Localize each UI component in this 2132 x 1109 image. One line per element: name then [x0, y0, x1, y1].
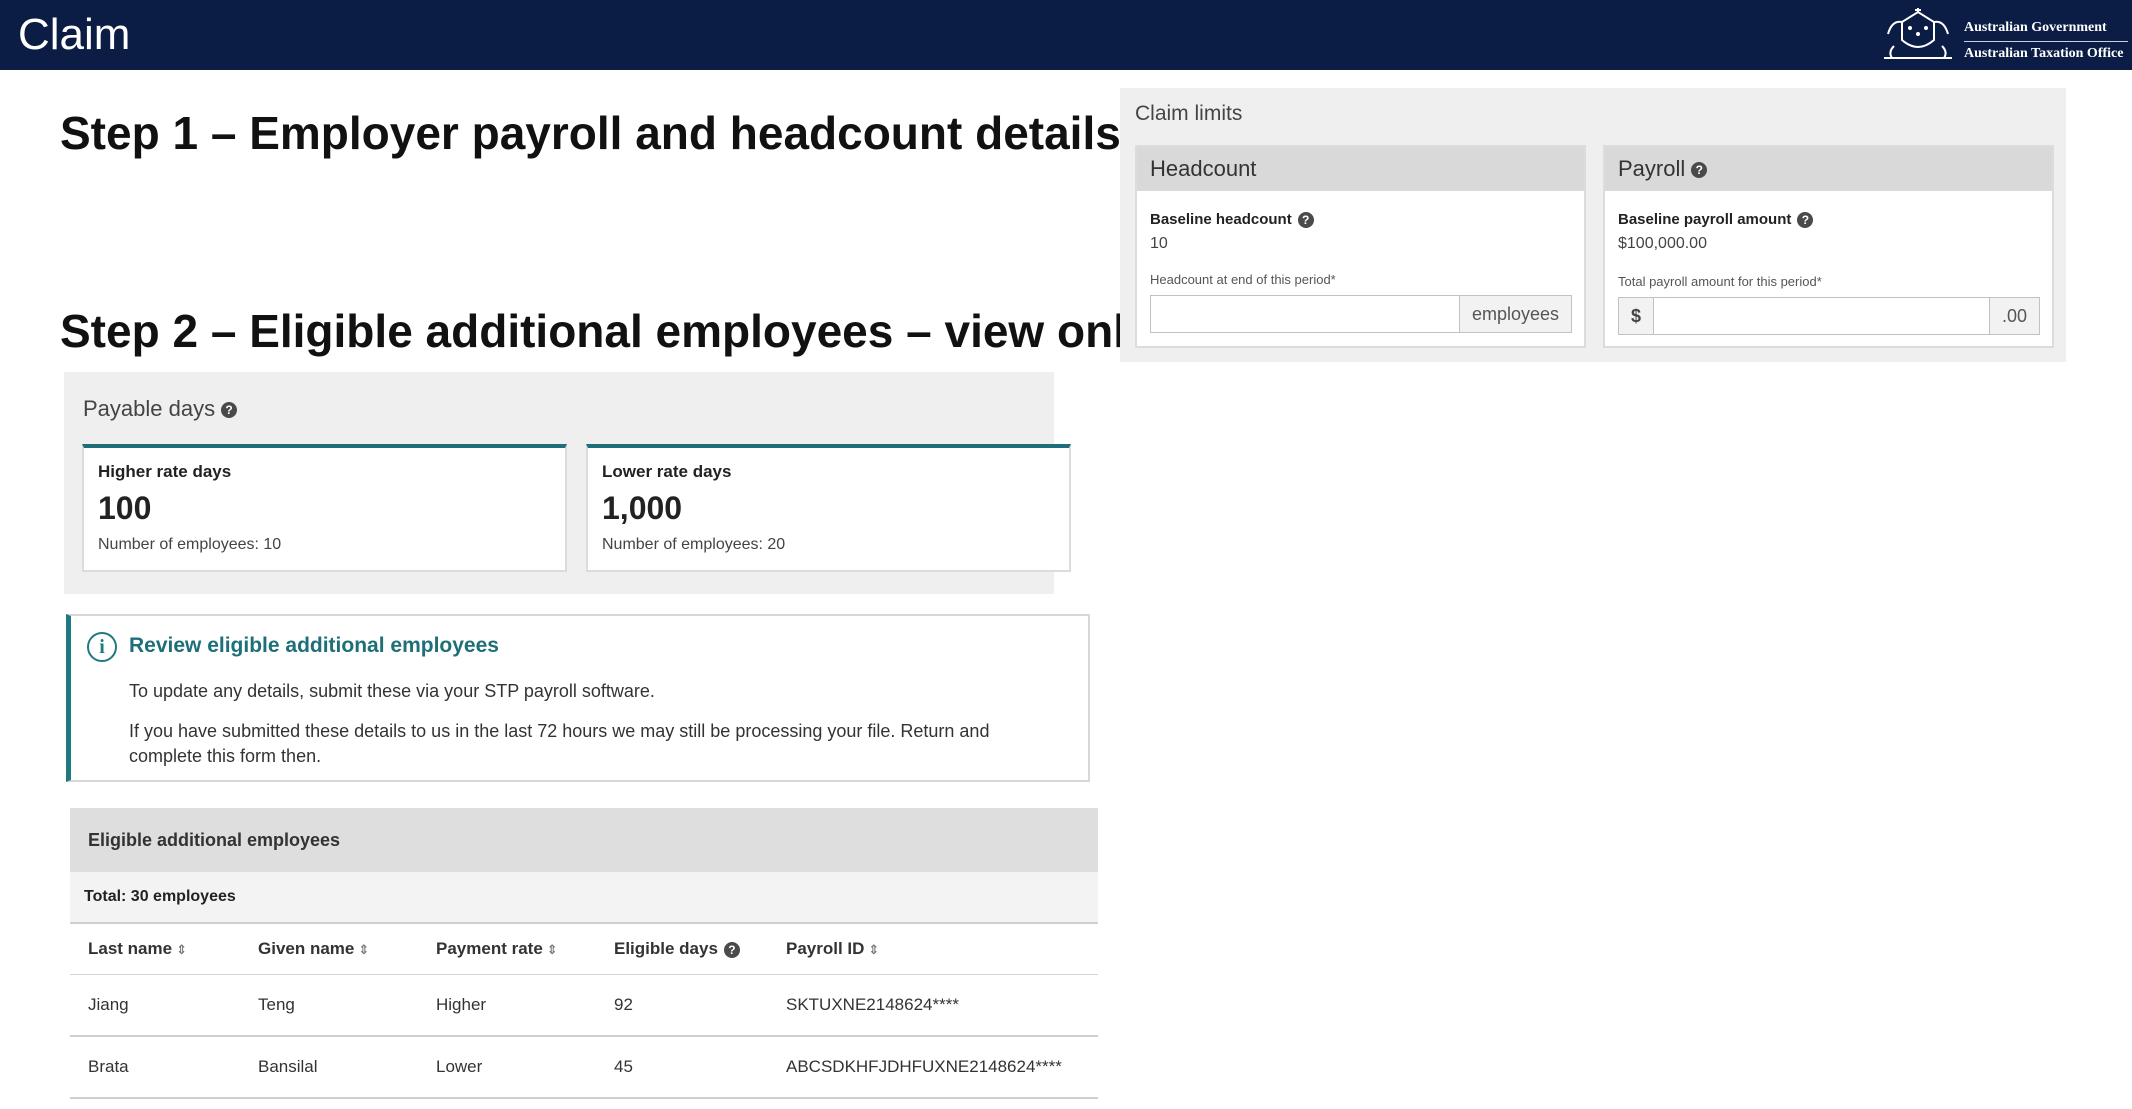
column-label: Last name — [88, 939, 173, 958]
headcount-input-group: employees — [1150, 295, 1572, 333]
payable-days-title: Payable days? — [83, 396, 238, 422]
cell-payment-rate: Higher — [418, 974, 596, 1037]
info-alert-line-1: To update any details, submit these via … — [129, 681, 655, 701]
headcount-card: Headcount Baseline headcount? 10 Headcou… — [1135, 145, 1586, 348]
higher-rate-days-value: 100 — [98, 490, 152, 526]
info-alert-line-2: If you have submitted these details to u… — [129, 721, 990, 766]
baseline-headcount-label: Baseline headcount? — [1150, 211, 1314, 229]
employees-total: Total: 30 employees — [70, 872, 1098, 924]
question-circle-icon[interactable]: ? — [221, 402, 238, 419]
cell-eligible-days: 92 — [596, 974, 768, 1037]
cell-payroll-id: SKTUXNE2148624**** — [768, 974, 1098, 1037]
headcount-input[interactable] — [1151, 296, 1459, 332]
cell-payroll-id: ABCSDKHFJDHFUXNE2148624**** — [768, 1036, 1098, 1099]
eligible-employees-title: Eligible additional employees — [70, 808, 1098, 872]
sort-arrows-icon[interactable]: ⇕ — [358, 942, 369, 957]
higher-rate-days-label: Higher rate days — [98, 462, 232, 481]
info-alert-title: Review eligible additional employees — [129, 634, 499, 657]
cell-last-name: Jiang — [70, 974, 240, 1037]
baseline-headcount-label-text: Baseline headcount — [1150, 211, 1292, 228]
cell-last-name: Brata — [70, 1036, 240, 1099]
step-2-heading: Step 2 – Eligible additional employees –… — [60, 305, 1152, 357]
eligible-employees-section: Eligible additional employees Total: 30 … — [70, 808, 1098, 1099]
headcount-heading-label: Headcount — [1150, 156, 1257, 181]
payroll-input-label: Total payroll amount for this period* — [1618, 274, 1822, 289]
question-circle-icon[interactable]: ? — [1297, 212, 1314, 229]
cell-payment-rate: Lower — [418, 1036, 596, 1099]
review-info-alert: i Review eligible additional employees T… — [66, 614, 1090, 782]
app-header: Claim Australian Government Australian T… — [0, 0, 2132, 70]
payable-days-title-text: Payable days — [83, 396, 216, 421]
baseline-payroll-value: $100,000.00 — [1618, 235, 1707, 252]
higher-rate-days-card: Higher rate days 100 Number of employees… — [82, 444, 567, 572]
lower-rate-days-card: Lower rate days 1,000 Number of employee… — [586, 444, 1071, 572]
payroll-card: Payroll? Baseline payroll amount? $100,0… — [1603, 145, 2054, 348]
sort-arrows-icon[interactable]: ⇕ — [176, 942, 187, 957]
question-circle-icon[interactable]: ? — [723, 941, 740, 958]
baseline-payroll-label-text: Baseline payroll amount — [1618, 211, 1792, 228]
payroll-input-group: $ .00 — [1618, 297, 2040, 335]
column-label: Payment rate — [436, 939, 543, 958]
payroll-heading-label: Payroll — [1618, 156, 1686, 181]
cell-eligible-days: 45 — [596, 1036, 768, 1099]
lower-rate-days-label: Lower rate days — [602, 462, 732, 481]
payroll-amount-input[interactable] — [1654, 298, 1989, 334]
headcount-heading: Headcount — [1137, 147, 1584, 191]
lower-rate-days-value: 1,000 — [602, 490, 683, 526]
gov-line-1: Australian Government — [1964, 20, 2107, 35]
question-circle-icon[interactable]: ? — [1691, 162, 1708, 179]
payroll-heading: Payroll? — [1605, 147, 2052, 191]
baseline-payroll-label: Baseline payroll amount? — [1618, 211, 1814, 229]
page-title: Claim — [18, 10, 131, 59]
eligible-employees-table: Last name ⇕ Given name ⇕ Payment rate ⇕ Eli… — [70, 924, 1098, 1099]
column-header-eligible-days: Eligible days? — [596, 924, 768, 975]
coat-of-arms-icon — [1884, 8, 1952, 59]
employees-unit-addon: employees — [1458, 296, 1571, 332]
column-label: Given name — [258, 939, 355, 958]
question-circle-icon[interactable]: ? — [1797, 212, 1814, 229]
claim-limits-panel: Claim limits Headcount Baseline headcoun… — [1120, 88, 2066, 362]
column-header-payroll-id[interactable]: Payroll ID ⇕ — [768, 924, 1098, 975]
cell-given-name: Bansilal — [240, 1036, 418, 1099]
table-row: Brata Bansilal Lower 45 ABCSDKHFJDHFUXNE… — [70, 1036, 1098, 1099]
headcount-input-label: Headcount at end of this period* — [1150, 272, 1336, 287]
step-1-heading: Step 1 – Employer payroll and headcount … — [60, 107, 1121, 159]
lower-rate-employee-count: Number of employees: 20 — [602, 536, 786, 553]
government-wordmark: Australian Government Australian Taxatio… — [1964, 16, 2128, 66]
table-header-row: Last name ⇕ Given name ⇕ Payment rate ⇕ Eli… — [70, 924, 1098, 975]
sort-arrows-icon[interactable]: ⇕ — [868, 942, 879, 957]
info-circle-icon: i — [87, 632, 117, 662]
column-header-last-name[interactable]: Last name ⇕ — [70, 924, 240, 975]
higher-rate-employee-count: Number of employees: 10 — [98, 536, 282, 553]
baseline-headcount-value: 10 — [1150, 235, 1168, 252]
cell-given-name: Teng — [240, 974, 418, 1037]
dollar-prefix-addon: $ — [1619, 298, 1655, 334]
claim-limits-title: Claim limits — [1135, 102, 1243, 125]
column-label: Eligible days — [614, 939, 718, 958]
column-header-payment-rate[interactable]: Payment rate ⇕ — [418, 924, 596, 975]
cents-suffix-addon: .00 — [1988, 298, 2039, 334]
column-label: Payroll ID — [786, 939, 865, 958]
column-header-given-name[interactable]: Given name ⇕ — [240, 924, 418, 975]
payable-days-panel: Payable days? Higher rate days 100 Numbe… — [64, 372, 1071, 594]
table-row: Jiang Teng Higher 92 SKTUXNE2148624**** — [70, 974, 1098, 1037]
sort-arrows-icon[interactable]: ⇕ — [547, 942, 558, 957]
gov-line-2: Australian Taxation Office — [1964, 46, 2124, 61]
